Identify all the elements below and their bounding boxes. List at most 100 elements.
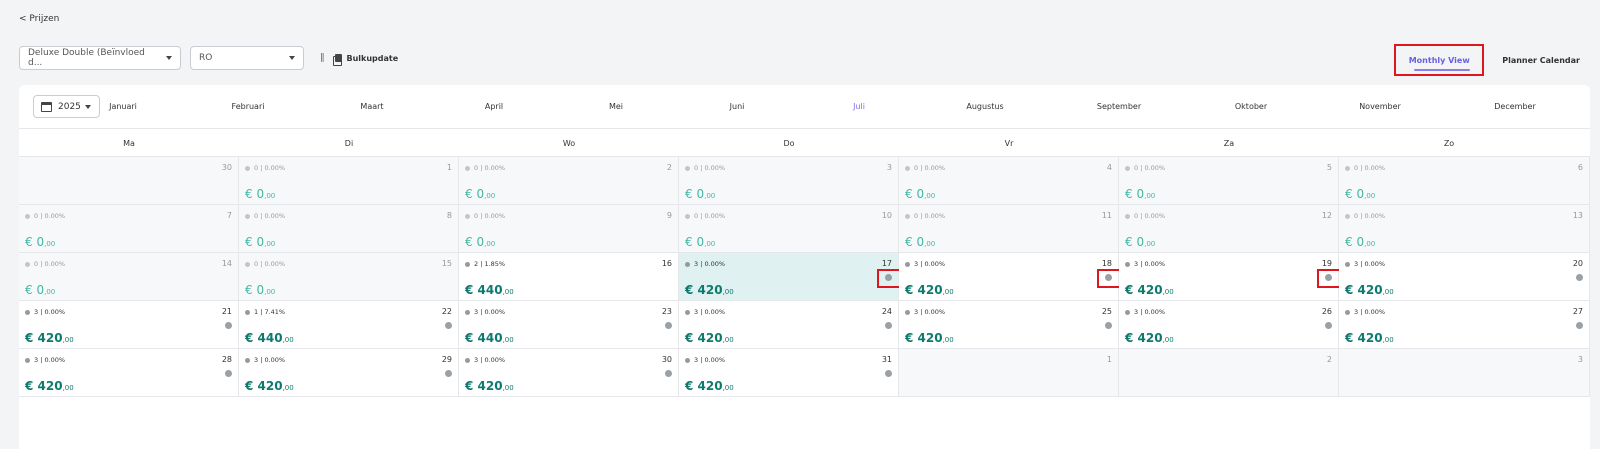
month-september[interactable]: September xyxy=(1097,102,1141,111)
availability-stat: 3 | 0.00% xyxy=(465,308,505,316)
close-restriction-icon[interactable] xyxy=(1097,269,1122,288)
day-cell[interactable]: 3 0 | 0.00% € 0,00 xyxy=(679,157,899,205)
availability-text: 0 | 0.00% xyxy=(254,260,286,268)
month-bar: 2025 Januari Februari Maart April Mei Juni Jul… xyxy=(19,85,1590,129)
availability-text: 3 | 0.00% xyxy=(914,260,946,268)
price-amount: € 420 xyxy=(465,379,503,393)
day-cell[interactable]: 13 0 | 0.00% € 0,00 xyxy=(1339,205,1590,253)
back-link-prijzen[interactable]: < Prijzen xyxy=(19,14,59,24)
day-cell[interactable]: 23 3 | 0.00% € 440,00 xyxy=(459,301,679,349)
day-cell[interactable]: 30 3 | 0.00% € 420,00 xyxy=(459,349,679,397)
month-juli[interactable]: Juli xyxy=(853,102,865,111)
bulk-update-button[interactable]: Bulkupdate xyxy=(332,54,398,66)
month-juni[interactable]: Juni xyxy=(730,102,745,111)
close-restriction-icon[interactable] xyxy=(1325,322,1332,329)
price-cents: ,00 xyxy=(264,192,276,200)
day-cell[interactable]: 22 1 | 7.41% € 440,00 xyxy=(239,301,459,349)
status-dot-icon xyxy=(685,165,690,171)
month-maart[interactable]: Maart xyxy=(360,102,383,111)
day-number: 7 xyxy=(226,211,232,220)
month-mei[interactable]: Mei xyxy=(609,102,623,111)
close-restriction-icon[interactable] xyxy=(225,322,232,329)
day-cell[interactable]: 4 0 | 0.00% € 0,00 xyxy=(899,157,1119,205)
tab-monthly-view[interactable]: Monthly View xyxy=(1394,44,1485,76)
price-amount: € 420 xyxy=(685,331,723,345)
tab-planner-calendar[interactable]: Planner Calendar xyxy=(1492,56,1590,65)
day-cell[interactable]: 11 0 | 0.00% € 0,00 xyxy=(899,205,1119,253)
day-cell[interactable]: 2 xyxy=(1119,349,1339,397)
close-restriction-icon[interactable] xyxy=(1317,269,1342,288)
day-cell[interactable]: 9 0 | 0.00% € 0,00 xyxy=(459,205,679,253)
status-dot-icon xyxy=(1345,165,1350,171)
day-cell[interactable]: 30 xyxy=(19,157,239,205)
day-cell[interactable]: 20 3 | 0.00% € 420,00 xyxy=(1339,253,1590,301)
price-cents: ,00 xyxy=(282,336,294,344)
close-restriction-icon[interactable] xyxy=(665,322,672,329)
day-cell[interactable]: 15 0 | 0.00% € 0,00 xyxy=(239,253,459,301)
status-dot-icon xyxy=(245,165,250,171)
month-augustus[interactable]: Augustus xyxy=(966,102,1003,111)
close-restriction-icon[interactable] xyxy=(225,370,232,377)
close-restriction-icon[interactable] xyxy=(1576,274,1583,281)
day-cell[interactable]: 2 0 | 0.00% € 0,00 xyxy=(459,157,679,205)
room-type-select[interactable]: Deluxe Double (Beïnvloed d... xyxy=(19,46,181,70)
month-januari[interactable]: Januari xyxy=(109,102,137,111)
rate-plan-select[interactable]: RO xyxy=(190,46,304,70)
month-december[interactable]: December xyxy=(1494,102,1535,111)
availability-text: 3 | 0.00% xyxy=(694,260,726,268)
day-cell[interactable]: 10 0 | 0.00% € 0,00 xyxy=(679,205,899,253)
month-april[interactable]: April xyxy=(485,102,503,111)
close-restriction-icon[interactable] xyxy=(885,322,892,329)
day-price: € 0,00 xyxy=(685,187,715,201)
day-cell[interactable]: 31 3 | 0.00% € 420,00 xyxy=(679,349,899,397)
availability-stat: 0 | 0.00% xyxy=(1125,164,1165,172)
day-cell[interactable]: 19 3 | 0.00% € 420,00 xyxy=(1119,253,1342,301)
price-cents: ,00 xyxy=(704,240,716,248)
close-restriction-icon[interactable] xyxy=(1105,322,1112,329)
availability-text: 0 | 0.00% xyxy=(1134,164,1166,172)
day-number: 20 xyxy=(1572,259,1583,268)
day-cell[interactable]: 18 3 | 0.00% € 420,00 xyxy=(899,253,1122,301)
month-november[interactable]: November xyxy=(1359,102,1401,111)
close-restriction-icon[interactable] xyxy=(877,269,902,288)
close-restriction-icon[interactable] xyxy=(885,370,892,377)
stats-icon[interactable]: ∥ xyxy=(320,53,325,63)
year-select[interactable]: 2025 xyxy=(33,95,100,118)
close-restriction-icon[interactable] xyxy=(665,370,672,377)
close-restriction-icon[interactable] xyxy=(445,322,452,329)
day-cell[interactable]: 28 3 | 0.00% € 420,00 xyxy=(19,349,239,397)
day-cell[interactable]: 6 0 | 0.00% € 0,00 xyxy=(1339,157,1590,205)
price-cents: ,00 xyxy=(924,192,936,200)
status-dot-icon xyxy=(465,165,470,171)
day-cell[interactable]: 27 3 | 0.00% € 420,00 xyxy=(1339,301,1590,349)
day-cell[interactable]: 16 2 | 1.85% € 440,00 xyxy=(459,253,679,301)
price-amount: € 0 xyxy=(1345,235,1365,249)
close-restriction-icon[interactable] xyxy=(445,370,452,377)
day-cell[interactable]: 12 0 | 0.00% € 0,00 xyxy=(1119,205,1339,253)
price-cents: ,00 xyxy=(264,288,276,296)
day-cell[interactable]: 14 0 | 0.00% € 0,00 xyxy=(19,253,239,301)
status-dot-icon xyxy=(25,213,30,219)
availability-stat: 3 | 0.00% xyxy=(1345,308,1385,316)
status-dot-icon xyxy=(25,357,30,363)
day-cell[interactable]: 1 xyxy=(899,349,1119,397)
day-cell[interactable]: 26 3 | 0.00% € 420,00 xyxy=(1119,301,1339,349)
day-cell[interactable]: 1 0 | 0.00% € 0,00 xyxy=(239,157,459,205)
day-number: 4 xyxy=(1106,163,1112,172)
month-februari[interactable]: Februari xyxy=(232,102,265,111)
day-price: € 0,00 xyxy=(25,235,55,249)
availability-stat: 0 | 0.00% xyxy=(245,164,285,172)
day-number: 25 xyxy=(1101,307,1112,316)
close-restriction-icon[interactable] xyxy=(1576,322,1583,329)
day-cell[interactable]: 25 3 | 0.00% € 420,00 xyxy=(899,301,1119,349)
day-cell[interactable]: 24 3 | 0.00% € 420,00 xyxy=(679,301,899,349)
month-oktober[interactable]: Oktober xyxy=(1235,102,1267,111)
day-cell[interactable]: 17 3 | 0.00% € 420,00 xyxy=(679,253,902,301)
price-amount: € 420 xyxy=(1345,331,1383,345)
day-cell[interactable]: 5 0 | 0.00% € 0,00 xyxy=(1119,157,1339,205)
day-cell[interactable]: 8 0 | 0.00% € 0,00 xyxy=(239,205,459,253)
day-cell[interactable]: 21 3 | 0.00% € 420,00 xyxy=(19,301,239,349)
day-cell[interactable]: 29 3 | 0.00% € 420,00 xyxy=(239,349,459,397)
day-cell[interactable]: 3 xyxy=(1339,349,1590,397)
day-cell[interactable]: 7 0 | 0.00% € 0,00 xyxy=(19,205,239,253)
